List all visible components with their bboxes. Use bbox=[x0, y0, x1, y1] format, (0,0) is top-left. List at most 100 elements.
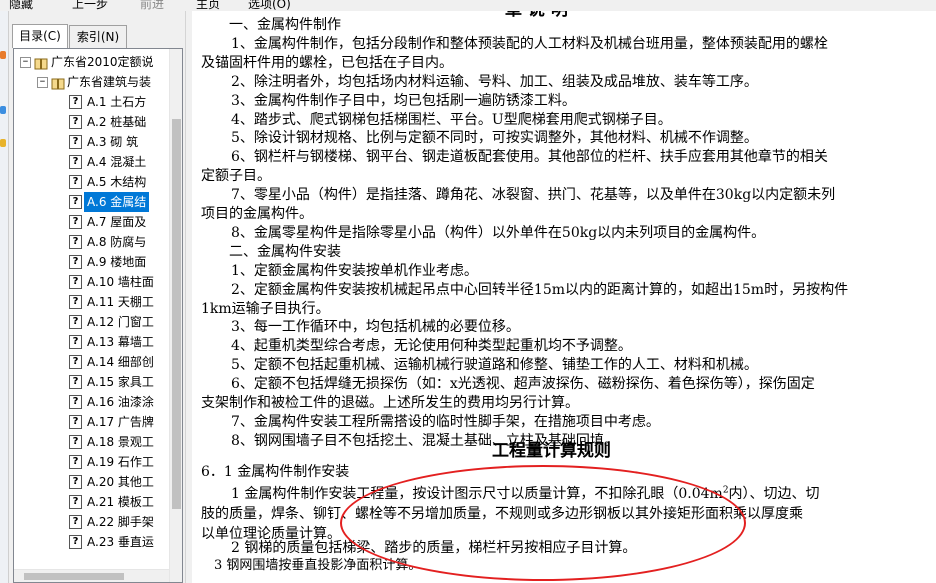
content-line: 7、金属构件安装工程所需搭设的临时性脚手架，在措施项目中考虑。 bbox=[231, 413, 660, 430]
options-button[interactable]: 选项(O) bbox=[248, 0, 291, 11]
help-topic-icon: ? bbox=[69, 95, 82, 109]
help-topic-icon: ? bbox=[69, 515, 82, 529]
content-line: 6、定额不包括焊缝无损探伤（如：x光透视、超声波探伤、磁粉探伤、着色探伤等），探… bbox=[231, 376, 815, 393]
help-topic-icon: ? bbox=[69, 115, 82, 129]
tree-item[interactable]: ? A.21 模板工 bbox=[14, 492, 169, 512]
content-line: 1km运输子目执行。 bbox=[201, 300, 330, 317]
tree-item[interactable]: ? A.12 门窗工 bbox=[14, 312, 169, 332]
tree-item-label: A.17 广告牌 bbox=[84, 412, 157, 432]
tree-item-label: A.5 木结构 bbox=[84, 172, 149, 192]
tree-item-name: 桩基础 bbox=[110, 115, 147, 129]
tree-horizontal-scrollbar[interactable] bbox=[14, 569, 169, 582]
tree-root[interactable]: − 广东省2010定额说 bbox=[14, 52, 169, 72]
tree-item-name: 砌 筑 bbox=[110, 135, 139, 149]
collapse-icon[interactable]: − bbox=[20, 57, 31, 68]
tree-item-label: A.10 墙柱面 bbox=[84, 272, 157, 292]
tree-item-label: A.16 油漆涂 bbox=[84, 392, 157, 412]
tree-item-name: 广告牌 bbox=[117, 415, 154, 429]
tree-item[interactable]: ? A.13 幕墙工 bbox=[14, 332, 169, 352]
tree-item-label: A.22 脚手架 bbox=[84, 512, 157, 532]
content-line: 定额子目。 bbox=[201, 168, 271, 185]
rule-1-text: 1 金属构件制作安装工程量，按设计图示尺寸以质量计算，不扣除孔眼（0.04m bbox=[231, 486, 723, 502]
tree-item[interactable]: ? A.8 防腐与 bbox=[14, 232, 169, 252]
tree-item-code: A.11 bbox=[87, 295, 115, 309]
forward-button[interactable]: 前进 bbox=[140, 0, 164, 11]
tree-item-name: 防腐与 bbox=[110, 235, 147, 249]
tree-item[interactable]: ? A.9 楼地面 bbox=[14, 252, 169, 272]
help-topic-icon: ? bbox=[69, 395, 82, 409]
back-button[interactable]: 上一步 bbox=[72, 0, 108, 11]
tab-contents[interactable]: 目录(C) bbox=[12, 24, 68, 48]
tree-item[interactable]: ? A.11 天棚工 bbox=[14, 292, 169, 312]
tree-item[interactable]: ? A.5 木结构 bbox=[14, 172, 169, 192]
tab-index[interactable]: 索引(N) bbox=[69, 25, 127, 48]
tree-item[interactable]: ? A.1 土石方 bbox=[14, 92, 169, 112]
tree-item[interactable]: ? A.7 屋面及 bbox=[14, 212, 169, 232]
contents-tree: − 广东省2010定额说 − 广东省建筑与装? A.1 土石方? A.2 桩基础? A.3 … bbox=[13, 48, 183, 583]
tree-item[interactable]: ? A.18 景观工 bbox=[14, 432, 169, 452]
collapse-icon[interactable]: − bbox=[37, 77, 48, 88]
content-line: 7、零星小品（构件）是指挂落、蹲角花、冰裂窗、拱门、花基等，以及单件在30kg以… bbox=[231, 187, 836, 204]
tree-item-label: A.12 门窗工 bbox=[84, 312, 157, 332]
tree-item[interactable]: ? A.20 其他工 bbox=[14, 472, 169, 492]
tree-item-label: A.13 幕墙工 bbox=[84, 332, 157, 352]
tree-item-name: 屋面及 bbox=[110, 215, 147, 229]
tree-item-code: A.16 bbox=[87, 395, 115, 409]
tree-item-code: A.21 bbox=[87, 495, 115, 509]
tree-item-name: 木结构 bbox=[110, 175, 147, 189]
help-topic-icon: ? bbox=[69, 315, 82, 329]
help-topic-icon: ? bbox=[69, 375, 82, 389]
scrollbar-thumb[interactable] bbox=[24, 573, 124, 580]
tree-item-label: A.1 土石方 bbox=[84, 92, 149, 112]
tree-item-label: A.21 模板工 bbox=[84, 492, 157, 512]
tree-item-code: A.3 bbox=[87, 135, 107, 149]
scrollbar-thumb[interactable] bbox=[172, 119, 181, 509]
tree-item[interactable]: ? A.4 混凝土 bbox=[14, 152, 169, 172]
tree-item-code: A.2 bbox=[87, 115, 107, 129]
tree-item[interactable]: ? A.14 细部创 bbox=[14, 352, 169, 372]
tree-item-label: A.4 混凝土 bbox=[84, 152, 149, 172]
tree-item-code: A.14 bbox=[87, 355, 115, 369]
tree-item-label: A.19 石作工 bbox=[84, 452, 157, 472]
tree-item[interactable]: ? A.2 桩基础 bbox=[14, 112, 169, 132]
tree-item-code: A.13 bbox=[87, 335, 115, 349]
help-topic-icon: ? bbox=[69, 195, 82, 209]
tree-item-name: 幕墙工 bbox=[117, 335, 154, 349]
tree-item-label: A.8 防腐与 bbox=[84, 232, 149, 252]
tree-root-label: 广东省2010定额说 bbox=[51, 55, 154, 69]
content-line: 2、定额金属构件安装按机械起吊点中心回转半径15m以内的距离计算的，如超出15m… bbox=[231, 281, 849, 298]
tree-item-name: 土石方 bbox=[110, 95, 147, 109]
tree-item[interactable]: ? A.3 砌 筑 bbox=[14, 132, 169, 152]
tree-item-code: A.4 bbox=[87, 155, 107, 169]
tree-item[interactable]: ? A.22 脚手架 bbox=[14, 512, 169, 532]
tree-node-label: 广东省建筑与装 bbox=[67, 75, 152, 89]
rule-1-line-2: 肢的质量，焊条、铆钉、螺栓等不另增加质量，不规则或多边形钢板以其外接矩形面积乘以… bbox=[201, 506, 803, 522]
tree-node-building[interactable]: − 广东省建筑与装 bbox=[14, 72, 169, 92]
section-title: 6．1 金属构件制作安装 bbox=[201, 464, 350, 480]
book-icon bbox=[51, 76, 65, 90]
help-topic-icon: ? bbox=[69, 235, 82, 249]
content-line: 6、钢栏杆与钢楼梯、钢平台、钢走道板配套使用。其他部位的栏杆、扶手应套用其他章节… bbox=[231, 149, 828, 166]
tree-item-name: 楼地面 bbox=[110, 255, 147, 269]
tree-item[interactable]: ? A.10 墙柱面 bbox=[14, 272, 169, 292]
tree-item-name: 模板工 bbox=[117, 495, 154, 509]
tree-item[interactable]: ? A.15 家具工 bbox=[14, 372, 169, 392]
tree-item[interactable]: ? A.23 垂直运 bbox=[14, 532, 169, 552]
help-topic-icon: ? bbox=[69, 215, 82, 229]
content-line: 支架制作和被检工件的退磁。上述所发生的费用均另行计算。 bbox=[201, 395, 579, 411]
edge-marker bbox=[0, 51, 6, 59]
tree-item-name: 金属结 bbox=[110, 195, 147, 209]
tree-item-code: A.20 bbox=[87, 475, 115, 489]
tree-item-name: 混凝土 bbox=[110, 155, 147, 169]
tree-item[interactable]: ? A.6 金属结 bbox=[14, 192, 169, 212]
content-line: 2、除注明者外，均包括场内材料运输、号料、加工、组装及成品堆放、装车等工序。 bbox=[231, 73, 758, 90]
hide-button[interactable]: 隐藏 bbox=[9, 0, 33, 11]
home-button[interactable]: 主页 bbox=[196, 0, 220, 11]
pane-splitter[interactable] bbox=[185, 11, 192, 583]
tree-item[interactable]: ? A.17 广告牌 bbox=[14, 412, 169, 432]
tree-item[interactable]: ? A.16 油漆涂 bbox=[14, 392, 169, 412]
tree-vertical-scrollbar[interactable] bbox=[169, 49, 182, 582]
help-topic-icon: ? bbox=[69, 415, 82, 429]
tree-item[interactable]: ? A.19 石作工 bbox=[14, 452, 169, 472]
navigation-pane: 目录(C) 索引(N) − 广东省2010定额说 − 广东省建筑与装? A.1 土石方?… bbox=[9, 11, 185, 583]
